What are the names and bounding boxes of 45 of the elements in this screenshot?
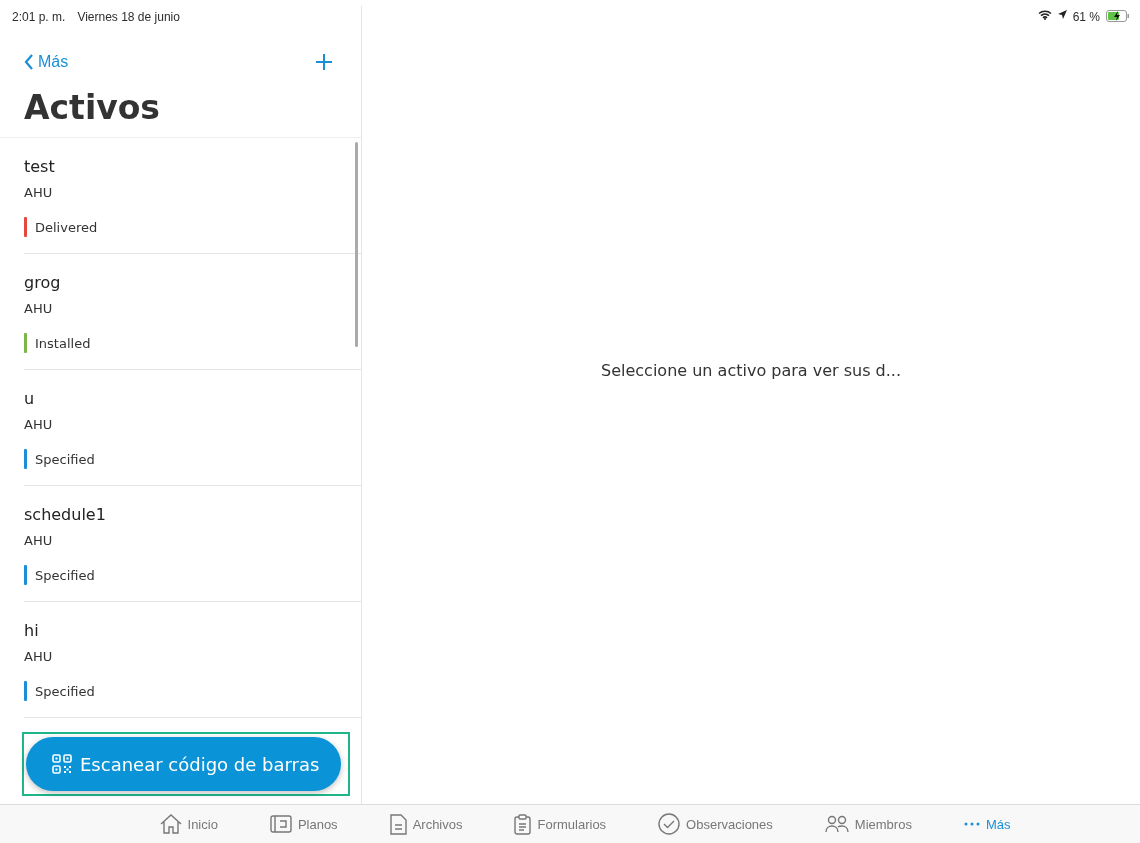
document-icon <box>389 813 407 835</box>
asset-list-item[interactable]: hi AHU Specified <box>24 602 361 718</box>
status-time: 2:01 p. m. <box>12 10 66 24</box>
asset-name: schedule1 <box>24 505 107 526</box>
add-icon[interactable] <box>315 53 333 71</box>
tab-bar-item[interactable]: Inicio <box>155 812 222 836</box>
page-title: Activos <box>23 87 161 129</box>
tab-bar-item[interactable]: Miembros <box>820 813 916 835</box>
chevron-left-icon <box>24 54 34 70</box>
asset-type: AHU <box>24 533 54 550</box>
clipboard-icon <box>514 813 532 835</box>
status-date: Viernes 18 de junio <box>77 10 180 24</box>
tab-bar-item[interactable]: Formularios <box>510 811 611 837</box>
back-button[interactable]: Más <box>24 53 69 71</box>
tab-bar-item[interactable]: Planos <box>265 813 342 835</box>
tab-bar-item[interactable]: Archivos <box>385 811 467 837</box>
empty-state-message: Seleccione un activo para ver sus d... <box>601 360 901 380</box>
asset-type: AHU <box>24 417 54 434</box>
battery-icon <box>1106 10 1130 22</box>
battery-percent: 61 % <box>1072 10 1100 24</box>
more-dots-icon <box>963 822 980 826</box>
asset-name: u <box>24 389 36 410</box>
asset-name: grog <box>24 273 62 294</box>
asset-name: hi <box>24 621 40 642</box>
asset-type: AHU <box>24 301 54 318</box>
status-label: Delivered <box>35 219 98 235</box>
location-arrow-icon <box>1057 10 1067 19</box>
asset-list-item[interactable]: u AHU Specified <box>24 370 361 486</box>
wifi-icon <box>1037 10 1052 20</box>
tab-bar-item[interactable]: Observaciones <box>654 811 777 837</box>
people-icon <box>824 815 849 833</box>
status-label: Specified <box>35 683 95 699</box>
status-label: Specified <box>35 451 95 467</box>
status-label: Installed <box>35 335 91 351</box>
blueprint-icon <box>269 815 292 833</box>
scan-barcode-button[interactable]: Escanear código de barras <box>26 737 342 791</box>
home-icon <box>159 814 182 834</box>
status-label: Specified <box>35 567 95 583</box>
tab-bar-item[interactable]: Más <box>959 814 1015 834</box>
asset-name: test <box>24 157 56 178</box>
asset-type: AHU <box>24 649 54 666</box>
checkmark-circle-icon <box>658 813 681 835</box>
qr-code-icon <box>52 754 72 774</box>
asset-type: AHU <box>24 185 54 202</box>
asset-list-item[interactable]: schedule1 AHU Specified <box>24 486 361 602</box>
